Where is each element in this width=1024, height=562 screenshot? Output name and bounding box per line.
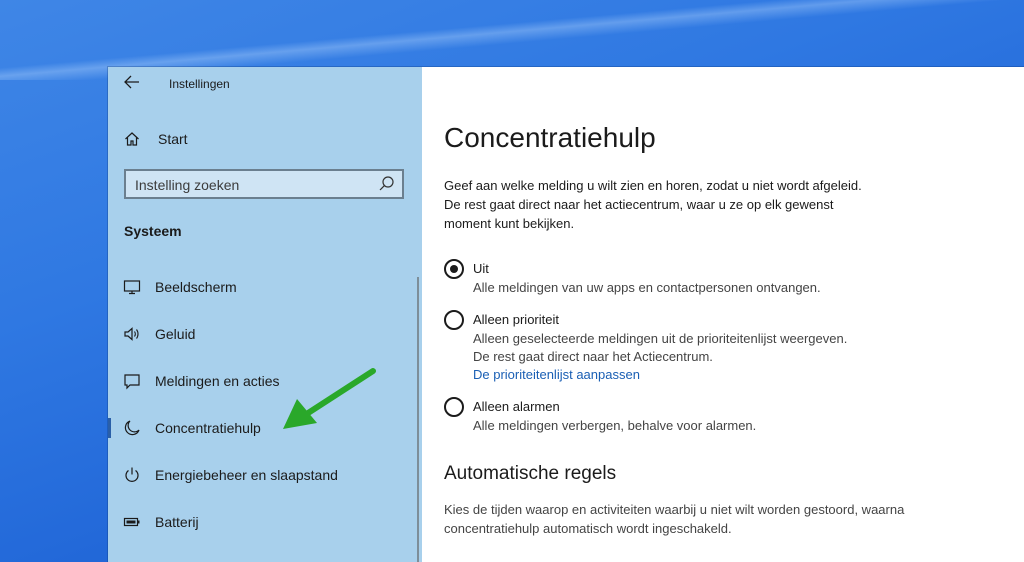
nav-home-label: Start [158, 131, 188, 147]
sidebar-scrollbar[interactable] [417, 277, 419, 562]
search-input[interactable] [126, 171, 382, 199]
battery-icon [123, 517, 140, 527]
search-icon[interactable] [378, 175, 396, 193]
nav-home[interactable]: Start [124, 129, 188, 149]
sidebar-item-label: Meldingen en acties [155, 373, 280, 389]
sidebar-item-energiebeheer[interactable]: Energiebeheer en slaapstand [108, 457, 408, 493]
sidebar-item-label: Geluid [155, 326, 196, 342]
sidebar: Instellingen Start Systeem Beeldscherm G… [108, 67, 422, 562]
option-desc-alarmen: Alle meldingen verbergen, behalve voor a… [473, 418, 757, 433]
moon-icon [124, 420, 140, 436]
page-description: Geef aan welke melding u wilt zien en ho… [444, 178, 862, 231]
option-desc-prioriteit-2: De rest gaat direct naar het Actiecentru… [473, 349, 713, 364]
monitor-icon [123, 280, 141, 295]
option-title-alarmen: Alleen alarmen [473, 399, 560, 414]
back-arrow-icon [124, 75, 139, 89]
priority-list-link[interactable]: De prioriteitenlijst aanpassen [473, 367, 640, 382]
section-title: Systeem [124, 223, 182, 239]
sidebar-item-label: Batterij [155, 514, 199, 530]
option-title-prioriteit: Alleen prioriteit [473, 312, 559, 327]
radio-alleen-prioriteit[interactable] [444, 310, 464, 330]
page-title: Concentratiehulp [444, 122, 656, 153]
power-icon [125, 467, 139, 482]
radio-uit[interactable] [444, 259, 464, 279]
option-title-uit: Uit [473, 261, 489, 276]
notification-icon [124, 374, 140, 390]
settings-window: Instellingen Start Systeem Beeldscherm G… [108, 67, 1024, 562]
sidebar-item-label: Concentratiehulp [155, 420, 261, 436]
sidebar-item-geluid[interactable]: Geluid [108, 316, 408, 352]
option-desc-uit: Alle meldingen van uw apps en contactper… [473, 280, 821, 295]
back-button[interactable] [120, 75, 144, 95]
search-box[interactable] [124, 169, 404, 199]
auto-rules-title: Automatische regels [444, 463, 617, 484]
home-icon [125, 132, 139, 146]
main-content: Concentratiehulp Geef aan welke melding … [422, 67, 1024, 562]
auto-rules-description: Kies de tijden waarop en activiteiten wa… [444, 502, 905, 536]
app-title: Instellingen [169, 77, 230, 91]
sidebar-item-batterij[interactable]: Batterij [108, 504, 408, 540]
sidebar-item-beeldscherm[interactable]: Beeldscherm [108, 269, 408, 305]
speaker-icon [124, 327, 139, 341]
annotation-arrow-icon [283, 368, 376, 429]
sidebar-item-label: Energiebeheer en slaapstand [155, 467, 338, 483]
option-desc-prioriteit-1: Alleen geselecteerde meldingen uit de pr… [473, 331, 848, 346]
radio-alleen-alarmen[interactable] [444, 397, 464, 417]
sidebar-item-label: Beeldscherm [155, 279, 237, 295]
